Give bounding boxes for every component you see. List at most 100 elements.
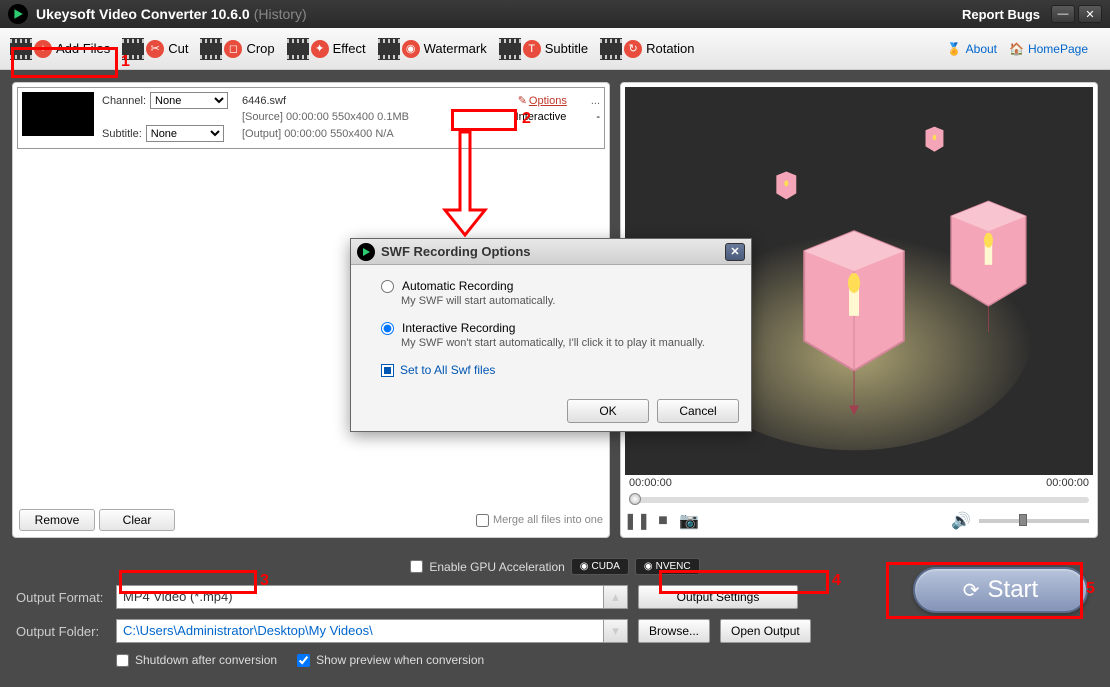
preview-controls: ❚❚ ■ 📷 🔊 [625, 509, 1093, 533]
close-button[interactable]: ✕ [1078, 5, 1102, 23]
home-icon: 🏠 [1009, 42, 1024, 56]
history-link[interactable]: (History) [254, 6, 307, 22]
set-all-checkbox[interactable]: Set to All Swf files [381, 363, 721, 377]
medal-icon: 🏅 [947, 42, 962, 56]
film-icon [499, 38, 521, 60]
watermark-label: Watermark [424, 41, 487, 56]
time-display: 00:00:00 00:00:00 [625, 475, 1093, 491]
output-settings-button[interactable]: Output Settings [638, 585, 798, 609]
gpu-checkbox[interactable] [410, 560, 423, 573]
rotation-label: Rotation [646, 41, 694, 56]
file-row[interactable]: Channel: None 6446.swf ✎ Options ... [So… [17, 87, 605, 149]
output-format-value: MP4 Video (*.mp4) [116, 585, 604, 609]
about-label: About [966, 42, 997, 56]
dialog-cancel-button[interactable]: Cancel [657, 399, 739, 423]
open-output-button[interactable]: Open Output [720, 619, 811, 643]
effect-button[interactable]: ✦ Effect [287, 38, 366, 60]
checkbox-icon[interactable] [381, 364, 394, 377]
pause-button[interactable]: ❚❚ [629, 513, 645, 529]
output-folder-field[interactable]: C:\Users\Administrator\Desktop\My Videos… [116, 619, 628, 643]
swf-options-dialog: SWF Recording Options ✕ Automatic Record… [350, 238, 752, 432]
annotation-num-5: 5 [1086, 580, 1095, 598]
preview-checkbox[interactable]: Show preview when conversion [297, 653, 484, 667]
rotation-button[interactable]: ↻ Rotation [600, 38, 694, 60]
dialog-close-button[interactable]: ✕ [725, 243, 745, 261]
channel-select[interactable]: None [150, 92, 228, 109]
text-icon: T [523, 40, 541, 58]
folder-dropdown-icon[interactable]: ▾ [604, 619, 628, 643]
subtitle-select[interactable]: None [146, 125, 224, 142]
homepage-label: HomePage [1028, 42, 1088, 56]
volume-icon[interactable]: 🔊 [953, 513, 969, 529]
dialog-ok-button[interactable]: OK [567, 399, 649, 423]
interactive-value: - [596, 111, 600, 123]
options-link[interactable]: Options [529, 95, 567, 107]
annotation-num-2: 2 [522, 110, 531, 128]
subtitle-label: Subtitle [545, 41, 588, 56]
auto-radio[interactable] [381, 280, 394, 293]
start-label: Start [988, 576, 1039, 604]
auto-desc: My SWF will start automatically. [401, 295, 721, 307]
refresh-icon: ⟳ [963, 578, 980, 603]
gpu-label: Enable GPU Acceleration [429, 560, 564, 574]
interactive-recording-option[interactable]: Interactive Recording My SWF won't start… [381, 321, 721, 349]
remove-button[interactable]: Remove [19, 509, 95, 531]
edit-icon: ✎ [518, 94, 527, 107]
cut-button[interactable]: ✂ Cut [122, 38, 188, 60]
merge-checkbox[interactable]: Merge all files into one [476, 514, 603, 527]
app-title: Ukeysoft Video Converter 10.6.0 [36, 6, 250, 22]
homepage-link[interactable]: 🏠 HomePage [1009, 42, 1088, 56]
crop-button[interactable]: ◻ Crop [200, 38, 274, 60]
snapshot-button[interactable]: 📷 [681, 513, 697, 529]
format-dropdown-icon[interactable]: ▴ [604, 585, 628, 609]
rotate-icon: ↻ [624, 40, 642, 58]
stop-button[interactable]: ■ [655, 513, 671, 529]
merge-label: Merge all files into one [493, 514, 603, 526]
app-logo-icon [8, 4, 28, 24]
seek-handle[interactable] [629, 493, 641, 505]
clear-button[interactable]: Clear [99, 509, 175, 531]
interactive-radio[interactable] [381, 322, 394, 335]
crop-label: Crop [246, 41, 274, 56]
film-icon [10, 38, 32, 60]
output-folder-row: Output Folder: C:\Users\Administrator\De… [16, 619, 1094, 643]
title-bar: Ukeysoft Video Converter 10.6.0 (History… [0, 0, 1110, 28]
annotation-num-1: 1 [121, 53, 130, 71]
volume-handle[interactable] [1019, 514, 1027, 526]
time-total: 00:00:00 [1046, 477, 1089, 489]
shutdown-checkbox[interactable]: Shutdown after conversion [116, 653, 277, 667]
dialog-title: SWF Recording Options [381, 244, 531, 259]
about-link[interactable]: 🏅 About [947, 42, 997, 56]
cut-label: Cut [168, 41, 188, 56]
auto-recording-option[interactable]: Automatic Recording My SWF will start au… [381, 279, 721, 307]
cuda-badge: ◉ CUDA [571, 558, 629, 575]
annotation-num-4: 4 [832, 572, 841, 590]
add-files-button[interactable]: + Add Files [10, 38, 110, 60]
interactive-desc: My SWF won't start automatically, I'll c… [401, 337, 721, 349]
film-icon [378, 38, 400, 60]
list-buttons: Remove Clear Merge all files into one [13, 503, 609, 537]
output-folder-value: C:\Users\Administrator\Desktop\My Videos… [116, 619, 604, 643]
main-toolbar: + Add Files ✂ Cut ◻ Crop ✦ Effect ◉ Wate… [0, 28, 1110, 70]
output-format-label: Output Format: [16, 590, 116, 605]
minimize-button[interactable]: — [1051, 5, 1075, 23]
nvenc-badge: ◉ NVENC [635, 558, 700, 575]
final-checks: Shutdown after conversion Show preview w… [116, 653, 1094, 667]
watermark-button[interactable]: ◉ Watermark [378, 38, 487, 60]
file-name: 6446.swf [242, 95, 286, 107]
file-thumbnail [22, 92, 94, 136]
start-button[interactable]: ⟳ Start [913, 567, 1088, 613]
subtitle-select-label: Subtitle: [102, 128, 142, 140]
dialog-logo-icon [357, 243, 375, 261]
subtitle-button[interactable]: T Subtitle [499, 38, 588, 60]
annotation-dots: ... [591, 95, 600, 107]
output-format-field[interactable]: MP4 Video (*.mp4) ▴ [116, 585, 628, 609]
report-bugs-link[interactable]: Report Bugs [962, 7, 1040, 22]
source-info: [Source] 00:00:00 550x400 0.1MB [242, 111, 409, 123]
merge-checkbox-input[interactable] [476, 514, 489, 527]
film-icon [600, 38, 622, 60]
browse-button[interactable]: Browse... [638, 619, 710, 643]
droplet-icon: ◉ [402, 40, 420, 58]
volume-slider[interactable] [979, 519, 1089, 523]
seek-slider[interactable] [629, 497, 1089, 503]
